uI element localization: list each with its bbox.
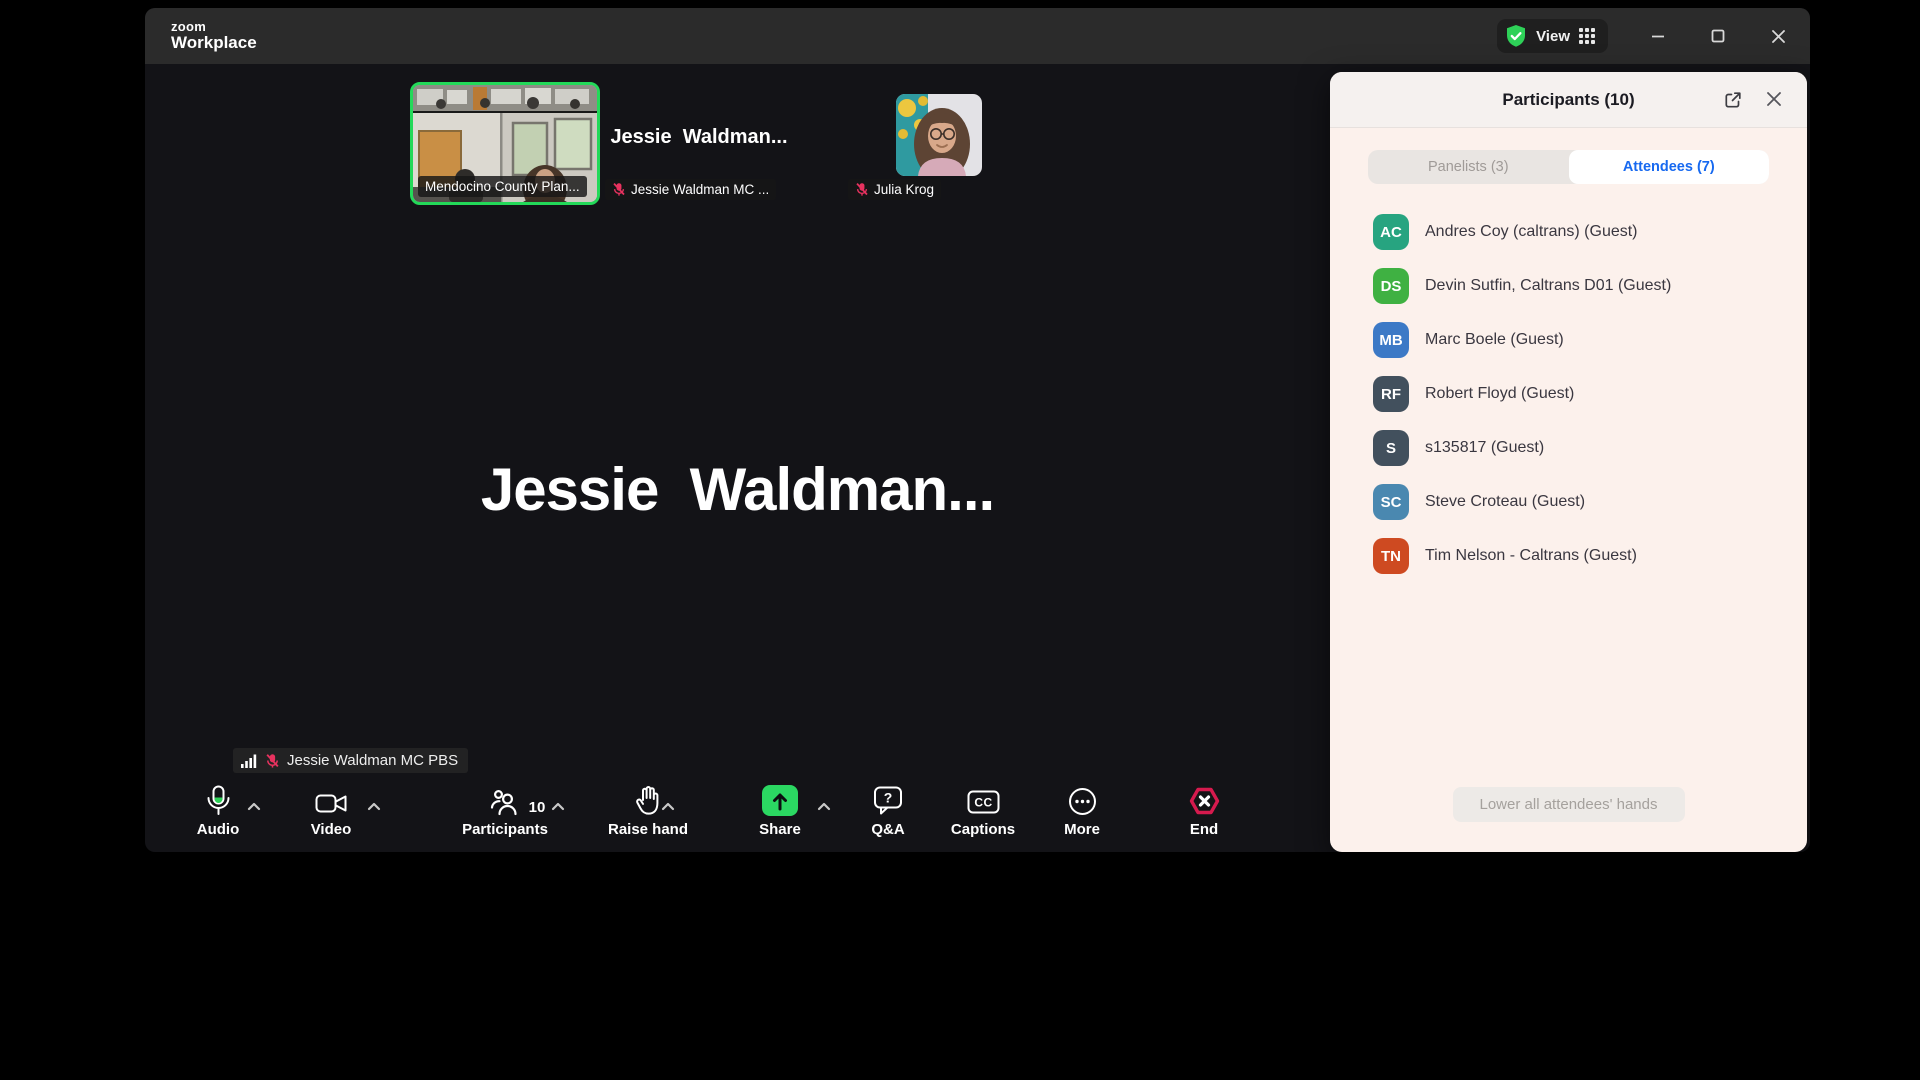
attendee-row[interactable]: MB Marc Boele (Guest) (1330, 313, 1807, 367)
tab-panelists[interactable]: Panelists (3) (1368, 150, 1569, 184)
avatar: RF (1373, 376, 1409, 412)
raise-hand-icon (634, 784, 663, 816)
logo-zoom-text: zoom (171, 19, 207, 35)
video-tile-mendocino[interactable]: Mendocino County Plan... (410, 82, 600, 205)
gallery-grid-icon (1579, 28, 1595, 44)
video-tile-jessie[interactable]: Jessie Waldman... Jessie Waldman MC ... (603, 82, 795, 205)
attendee-name: Tim Nelson - Caltrans (Guest) (1425, 547, 1637, 564)
video-label: Video (310, 821, 352, 838)
participants-panel-header: Participants (10) (1330, 72, 1807, 128)
qa-icon: ? (873, 784, 903, 816)
titlebar: zoom Workplace View (145, 8, 1810, 64)
network-signal-icon (241, 754, 258, 768)
captions-icon: CC (967, 784, 1000, 816)
view-button[interactable]: View (1497, 19, 1608, 53)
attendee-row[interactable]: DS Devin Sutfin, Caltrans D01 (Guest) (1330, 259, 1807, 313)
more-label: More (1064, 821, 1100, 838)
raise-hand-button[interactable]: Raise hand (593, 784, 703, 838)
svg-text:?: ? (884, 790, 893, 806)
raise-hand-options-chevron-icon[interactable] (661, 798, 675, 816)
microphone-icon (205, 784, 232, 816)
video-options-chevron-icon[interactable] (367, 798, 381, 816)
audio-options-chevron-icon[interactable] (247, 798, 261, 816)
captions-label: Captions (950, 821, 1016, 838)
avatar: DS (1373, 268, 1409, 304)
active-speaker-name: Jessie Waldman... (480, 456, 995, 523)
share-options-chevron-icon[interactable] (817, 798, 831, 816)
participants-icon: 10 (490, 784, 545, 816)
more-button[interactable]: More (1027, 784, 1137, 838)
attendee-row[interactable]: RF Robert Floyd (Guest) (1330, 367, 1807, 421)
attendee-row[interactable]: SC Steve Croteau (Guest) (1330, 475, 1807, 529)
end-label: End (1189, 821, 1219, 838)
attendee-name: Steve Croteau (Guest) (1425, 493, 1586, 510)
attendee-name: Marc Boele (Guest) (1425, 331, 1564, 348)
maximize-icon[interactable] (1710, 28, 1726, 44)
tile-center-name: Jessie Waldman... (610, 126, 788, 148)
zoom-workplace-logo: zoom Workplace (171, 20, 257, 51)
attendee-name: s135817 (Guest) (1425, 439, 1545, 456)
speaker-pill-label: Jessie Waldman MC PBS (287, 752, 459, 769)
julia-video-feed (896, 94, 982, 176)
participants-label: Participants (462, 821, 548, 838)
panel-tabs: Panelists (3) Attendees (7) (1368, 150, 1769, 184)
end-button[interactable]: End (1149, 784, 1259, 838)
more-ellipsis-icon (1068, 784, 1097, 816)
raise-hand-label: Raise hand (607, 821, 689, 838)
share-screen-icon (762, 785, 798, 816)
logo-workplace-text: Workplace (171, 32, 257, 52)
lower-all-hands-button[interactable]: Lower all attendees' hands (1452, 787, 1685, 822)
avatar: AC (1373, 214, 1409, 250)
speaker-pill: Jessie Waldman MC PBS (233, 748, 469, 773)
avatar: TN (1373, 538, 1409, 574)
share-label: Share (759, 821, 801, 838)
end-meeting-icon (1189, 784, 1220, 816)
attendee-row[interactable]: S s135817 (Guest) (1330, 421, 1807, 475)
attendee-name: Devin Sutfin, Caltrans D01 (Guest) (1425, 277, 1672, 294)
audio-label: Audio (196, 821, 240, 838)
avatar: SC (1373, 484, 1409, 520)
tile-name-label: Mendocino County Plan... (418, 176, 587, 197)
attendee-name: Robert Floyd (Guest) (1425, 385, 1575, 402)
video-tile-julia[interactable]: Julia Krog (792, 82, 988, 205)
close-panel-icon[interactable] (1765, 90, 1783, 113)
minimize-icon[interactable] (1650, 28, 1666, 44)
attendee-row[interactable]: TN Tim Nelson - Caltrans (Guest) (1330, 529, 1807, 583)
muted-mic-icon (612, 182, 626, 197)
muted-mic-icon (265, 753, 280, 769)
attendee-name: Andres Coy (caltrans) (Guest) (1425, 223, 1638, 240)
qa-button[interactable]: ? Q&A (833, 784, 943, 838)
security-shield-icon (1505, 24, 1527, 48)
avatar: S (1373, 430, 1409, 466)
muted-mic-icon (855, 182, 869, 197)
svg-text:CC: CC (974, 796, 992, 810)
captions-button[interactable]: CC Captions (928, 784, 1038, 838)
attendee-row[interactable]: AC Andres Coy (caltrans) (Guest) (1330, 205, 1807, 259)
attendee-list: AC Andres Coy (caltrans) (Guest) DS Devi… (1330, 205, 1807, 583)
participants-panel: Participants (10) Panelists (3) Attendee… (1330, 72, 1807, 852)
participants-button[interactable]: 10 Participants (450, 784, 560, 838)
participants-count: 10 (528, 799, 546, 816)
view-button-label: View (1536, 27, 1570, 45)
tab-attendees[interactable]: Attendees (7) (1568, 150, 1769, 184)
tile-name-label: Julia Krog (848, 179, 942, 200)
close-window-icon[interactable] (1770, 28, 1786, 44)
avatar: MB (1373, 322, 1409, 358)
camera-icon (315, 784, 348, 816)
popout-panel-icon[interactable] (1723, 90, 1743, 115)
participants-options-chevron-icon[interactable] (551, 798, 565, 816)
tile-name-label: Jessie Waldman MC ... (605, 179, 777, 200)
qa-label: Q&A (871, 821, 905, 838)
